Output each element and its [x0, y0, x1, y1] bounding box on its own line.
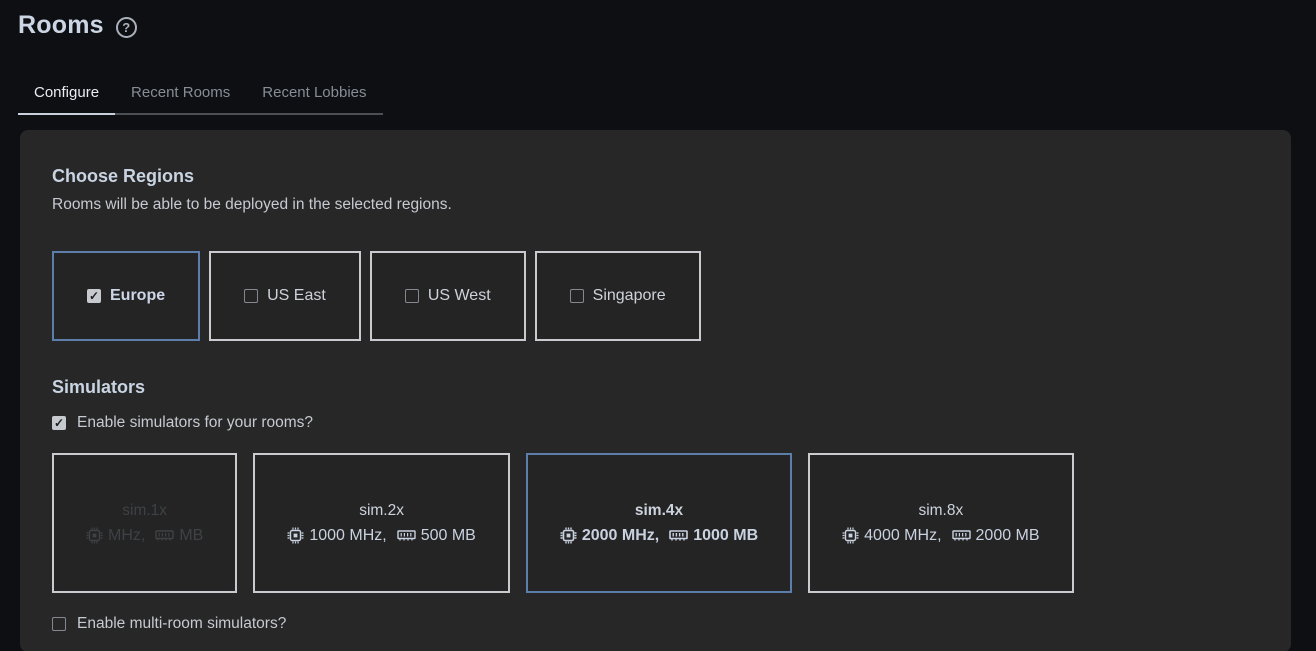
region-card-europe[interactable]: ✓ Europe	[52, 251, 200, 341]
region-checkbox-europe[interactable]: ✓	[87, 289, 101, 303]
sim-specs: 1000 MHz, 500 MB	[287, 527, 476, 545]
region-label: US West	[428, 287, 491, 305]
enable-multi-room-checkbox[interactable]	[52, 617, 66, 631]
page-title: Rooms	[18, 11, 104, 40]
enable-multi-room-label: Enable multi-room simulators?	[77, 615, 286, 633]
configure-panel: Choose Regions Rooms will be able to be …	[20, 130, 1291, 651]
enable-simulators-checkbox[interactable]: ✓	[52, 416, 66, 430]
region-card-row: ✓ Europe US East US West Singapore	[52, 251, 1291, 341]
tab-bar: Configure Recent Rooms Recent Lobbies	[18, 84, 383, 115]
sim-ram-value: 500 MB	[421, 527, 476, 545]
sim-card-1x[interactable]: sim.1x MHz, MB	[52, 453, 237, 593]
sim-cpu-value: 4000 MHz,	[864, 527, 941, 545]
region-label: Singapore	[593, 287, 666, 305]
region-label: Europe	[110, 287, 165, 305]
sim-cpu-value: 1000 MHz,	[309, 527, 386, 545]
sim-specs: 4000 MHz, 2000 MB	[842, 527, 1039, 545]
region-card-us-west[interactable]: US West	[370, 251, 526, 341]
enable-simulators-label: Enable simulators for your rooms?	[77, 414, 313, 432]
sim-ram-value: 2000 MB	[976, 527, 1040, 545]
page-header: Rooms ?	[0, 0, 1316, 40]
sim-name: sim.8x	[918, 502, 963, 520]
region-checkbox-us-west[interactable]	[405, 289, 419, 303]
sim-name: sim.2x	[359, 502, 404, 520]
region-label: US East	[267, 287, 326, 305]
simulator-card-row: sim.1x MHz, MB	[52, 453, 1291, 593]
cpu-icon	[287, 527, 304, 544]
sim-card-2x[interactable]: sim.2x 1000 MHz, 50	[253, 453, 510, 593]
enable-multi-room-row: Enable multi-room simulators?	[52, 615, 1291, 633]
cpu-icon	[842, 527, 859, 544]
sim-card-4x[interactable]: sim.4x 2000 MHz, 10	[526, 453, 792, 593]
sim-cpu-value: MHz,	[108, 527, 145, 545]
sim-specs: 2000 MHz, 1000 MB	[560, 527, 758, 545]
tab-recent-lobbies[interactable]: Recent Lobbies	[246, 84, 382, 113]
regions-subtitle: Rooms will be able to be deployed in the…	[52, 196, 1291, 214]
region-checkbox-us-east[interactable]	[244, 289, 258, 303]
sim-specs: MHz, MB	[86, 527, 203, 545]
region-checkbox-singapore[interactable]	[570, 289, 584, 303]
sim-ram-value: MB	[179, 527, 203, 545]
sim-card-8x[interactable]: sim.8x 4000 MHz, 20	[808, 453, 1073, 593]
region-card-us-east[interactable]: US East	[209, 251, 361, 341]
sim-name: sim.4x	[635, 502, 683, 520]
sim-name: sim.1x	[122, 502, 167, 520]
cpu-icon	[86, 527, 103, 544]
regions-heading: Choose Regions	[52, 166, 1291, 187]
cpu-icon	[560, 527, 577, 544]
ram-icon	[669, 529, 688, 542]
ram-icon	[397, 529, 416, 542]
help-icon[interactable]: ?	[116, 17, 137, 38]
ram-icon	[952, 529, 971, 542]
sim-cpu-value: 2000 MHz,	[582, 527, 659, 545]
simulators-heading: Simulators	[52, 377, 1291, 398]
sim-ram-value: 1000 MB	[693, 527, 758, 545]
region-card-singapore[interactable]: Singapore	[535, 251, 701, 341]
tab-recent-rooms[interactable]: Recent Rooms	[115, 84, 246, 113]
ram-icon	[155, 529, 174, 542]
enable-simulators-row: ✓ Enable simulators for your rooms?	[52, 414, 1291, 432]
tab-configure[interactable]: Configure	[18, 84, 115, 113]
